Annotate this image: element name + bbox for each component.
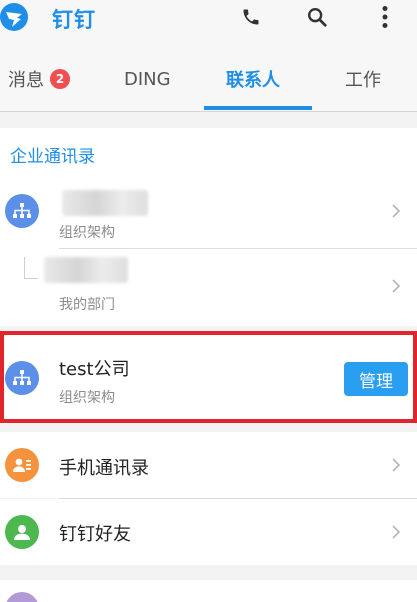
redacted-org-name <box>62 190 148 216</box>
unread-badge: 2 <box>50 69 70 89</box>
highlight-box <box>0 331 417 423</box>
org-structure-row[interactable]: 组织架构 <box>0 180 417 248</box>
friends-label: 钉钉好友 <box>59 524 131 545</box>
next-row[interactable] <box>0 580 417 602</box>
enterprise-section-header: 企业通讯录 <box>0 128 417 180</box>
phone-contacts-icon <box>5 448 39 482</box>
section-title: 企业通讯录 <box>10 147 95 167</box>
active-tab-indicator <box>204 106 312 110</box>
redacted-department-name <box>44 257 128 283</box>
friends-icon <box>5 515 39 549</box>
tab-contacts[interactable]: 联系人 <box>226 66 280 92</box>
chevron-right-icon <box>392 279 401 293</box>
phone-contacts-row[interactable]: 手机通讯录 <box>0 432 417 498</box>
dingtalk-logo-icon <box>0 3 28 31</box>
my-department-subtitle: 我的部门 <box>59 297 115 313</box>
chevron-right-icon <box>392 525 401 539</box>
phone-icon[interactable] <box>238 4 264 30</box>
tab-contacts-label: 联系人 <box>226 70 280 91</box>
org-chart-icon <box>5 194 39 228</box>
tab-bar: 消息 2 DING 联系人 工作 <box>0 40 417 112</box>
my-department-row[interactable]: 我的部门 <box>0 249 417 321</box>
tab-ding[interactable]: DING <box>124 66 171 92</box>
search-icon[interactable] <box>304 4 330 30</box>
app-root: 钉钉 消息 2 DING 联系人 工作 企业通讯录 组织架构 我的部门 test… <box>0 0 417 602</box>
app-title: 钉钉 <box>52 8 96 32</box>
tab-messages[interactable]: 消息 2 <box>8 66 70 92</box>
chevron-right-icon <box>392 204 401 218</box>
tab-messages-label: 消息 <box>8 70 44 91</box>
group-icon <box>5 592 39 602</box>
tab-ding-label: DING <box>124 68 171 90</box>
friends-row[interactable]: 钉钉好友 <box>0 499 417 565</box>
tree-connector <box>24 257 38 279</box>
tab-work[interactable]: 工作 <box>345 66 381 92</box>
top-bar: 钉钉 <box>0 0 417 40</box>
chevron-right-icon <box>392 458 401 472</box>
phone-contacts-label: 手机通讯录 <box>59 458 149 479</box>
enterprise-org-group: 组织架构 我的部门 <box>0 180 417 326</box>
tab-work-label: 工作 <box>345 70 381 91</box>
org-structure-subtitle: 组织架构 <box>59 225 115 241</box>
more-vert-icon[interactable] <box>372 4 398 30</box>
